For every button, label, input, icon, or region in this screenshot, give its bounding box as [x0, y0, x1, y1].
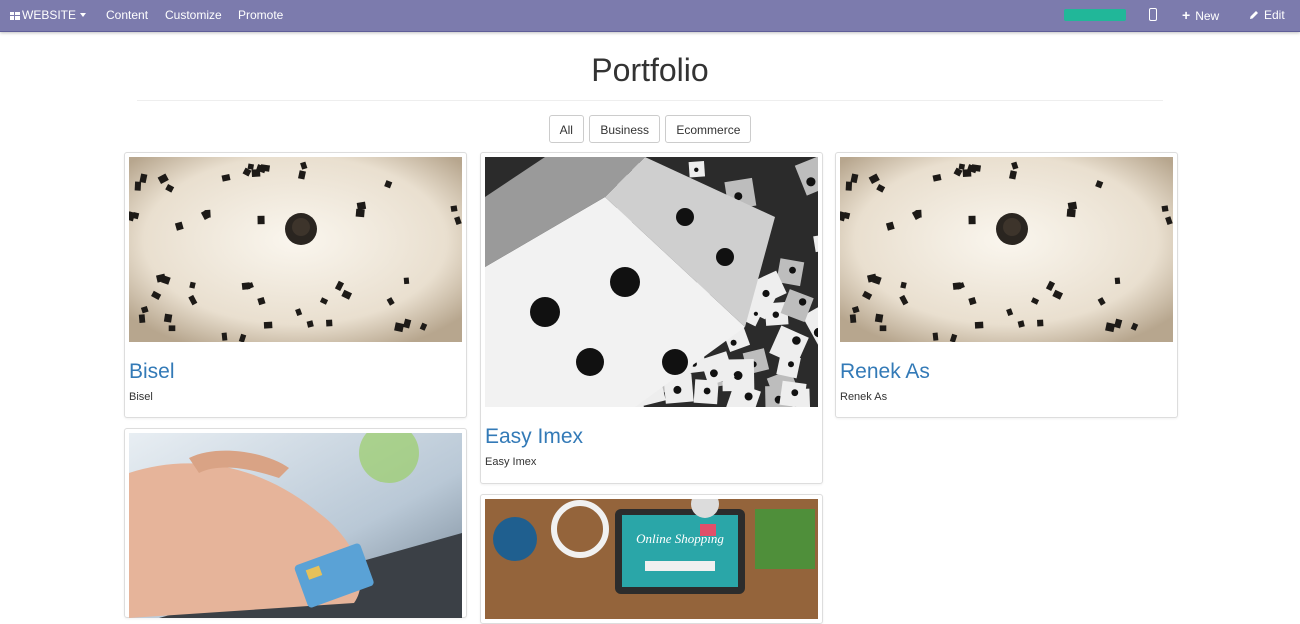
chair-shape — [326, 319, 333, 327]
portfolio-filters: All Business Ecommerce — [0, 115, 1300, 143]
die-pip — [753, 311, 758, 316]
progress-fill — [1064, 9, 1126, 21]
portfolio-card-4[interactable] — [124, 428, 467, 618]
chair-shape — [403, 277, 410, 285]
die-pip — [789, 266, 796, 274]
die-shape — [776, 353, 801, 379]
chair-shape — [1066, 208, 1076, 218]
chair-shape — [263, 321, 273, 329]
chair-shape — [968, 215, 976, 225]
chair-shape — [168, 325, 176, 332]
chair-shape — [1114, 277, 1121, 285]
pencil-icon — [1250, 11, 1258, 19]
seo-progress-bar[interactable] — [1064, 9, 1126, 21]
die-pip — [772, 311, 779, 318]
new-button[interactable]: + New — [1182, 0, 1219, 31]
chair-shape — [932, 332, 939, 341]
portfolio-card-5[interactable]: Online Shopping — [480, 494, 823, 624]
project-subtitle: Renek As — [840, 391, 888, 403]
chair-shape — [958, 163, 966, 170]
die-pip — [710, 369, 718, 378]
die-pip — [733, 371, 743, 380]
chair-shape — [163, 313, 173, 323]
die-pip — [762, 289, 770, 298]
project-image-aerial-chairs — [129, 157, 462, 342]
menu-promote[interactable]: Promote — [238, 0, 283, 31]
chair-shape — [874, 313, 884, 323]
menu-customize[interactable]: Customize — [165, 0, 222, 31]
project-title[interactable]: Renek As — [840, 360, 1173, 384]
chair-shape — [134, 181, 142, 191]
chair-shape — [1105, 322, 1116, 333]
project-subtitle: Easy Imex — [485, 456, 537, 468]
chair-shape — [138, 314, 146, 323]
chair-shape — [257, 215, 265, 225]
chair-shape — [241, 282, 251, 290]
project-subtitle: Bisel — [129, 391, 153, 403]
website-menu-button[interactable]: WEBSITE — [10, 0, 87, 31]
die-pip — [694, 167, 699, 172]
project-title[interactable]: Easy Imex — [485, 425, 818, 449]
project-image-hand-card — [129, 433, 462, 618]
die-pip — [806, 177, 816, 187]
chair-shape — [974, 321, 984, 329]
apps-grid-icon — [10, 12, 20, 20]
die-pip — [744, 392, 753, 401]
chair-shape — [1161, 205, 1169, 212]
edit-button[interactable]: Edit — [1249, 0, 1285, 31]
caret-down-icon — [80, 13, 87, 17]
website-topbar: WEBSITE Content Customize Promote + New E… — [0, 0, 1300, 32]
plus-icon: + — [1182, 7, 1191, 23]
project-image-aerial-chairs — [840, 157, 1173, 342]
new-button-label: New — [1195, 9, 1220, 23]
project-title[interactable]: Bisel — [129, 360, 462, 384]
portfolio-card-renek-as[interactable]: Renek As Renek As — [835, 152, 1178, 418]
website-menu-label: WEBSITE — [22, 8, 77, 22]
die-pip — [792, 336, 801, 345]
chair-shape — [394, 322, 405, 333]
filter-all-button[interactable]: All — [548, 115, 584, 143]
chair-shape — [962, 169, 972, 177]
chair-shape — [1037, 319, 1044, 327]
die-pip — [798, 298, 807, 306]
project-image-dice — [485, 157, 818, 407]
portfolio-card-bisel[interactable]: Bisel Bisel — [124, 152, 467, 418]
chair-shape — [204, 209, 211, 218]
chair-shape — [845, 181, 853, 191]
chair-shape — [450, 205, 458, 212]
die-pip — [730, 339, 737, 346]
chair-shape — [849, 314, 857, 323]
title-divider — [137, 100, 1163, 101]
chair-shape — [1067, 201, 1078, 211]
edit-button-label: Edit — [1264, 8, 1285, 22]
die-pip — [791, 389, 799, 397]
chair-shape — [221, 332, 228, 341]
filter-ecommerce-button[interactable]: Ecommerce — [665, 115, 752, 143]
die-pip — [788, 361, 794, 368]
die-pip — [673, 385, 682, 394]
project-image-online-shopping: Online Shopping — [485, 499, 818, 619]
chair-shape — [356, 201, 367, 211]
mobile-preview-icon[interactable] — [1149, 8, 1157, 21]
die-pip — [703, 387, 711, 395]
menu-content[interactable]: Content — [106, 0, 148, 31]
chair-shape — [952, 282, 962, 290]
chair-shape — [355, 208, 365, 218]
filter-business-button[interactable]: Business — [589, 115, 661, 143]
page-title: Portfolio — [591, 52, 709, 88]
chair-shape — [879, 325, 887, 332]
chair-shape — [251, 169, 261, 177]
chair-shape — [915, 209, 922, 218]
chair-shape — [247, 163, 255, 170]
portfolio-card-easy-imex[interactable]: Easy Imex Easy Imex — [480, 152, 823, 484]
